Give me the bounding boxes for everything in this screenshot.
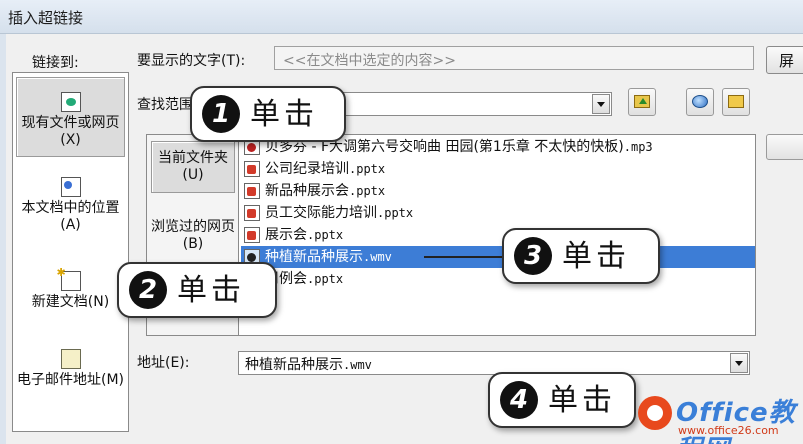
file-list: 贝多芬 - F大调第六号交响曲 田园(第1乐章 不太快的快板).mp3 公司纪录… (238, 134, 756, 336)
step-label: 单击 (250, 97, 318, 132)
callout-step-2: 2 单击 (117, 262, 277, 318)
file-ext: .pptx (349, 162, 386, 176)
file-name: 新品种展示会 (265, 183, 349, 199)
link-item-label: 电子邮件地址(M) (16, 372, 124, 388)
file-name: 公司纪录培训 (265, 161, 349, 177)
globe-icon (692, 95, 708, 108)
title-bar: 插入超链接 (0, 0, 803, 34)
office-logo-icon (638, 396, 672, 430)
link-item-label: 现有文件或网页(X) (21, 115, 120, 148)
step-label: 单击 (562, 239, 630, 274)
file-ext: .pptx (349, 184, 386, 198)
step-number: 1 (202, 95, 240, 133)
file-ext: .wmv (363, 250, 392, 264)
list-item[interactable]: 新品种展示会.pptx (241, 180, 385, 202)
file-name: 种植新品种展示 (265, 249, 363, 265)
file-name: 员工交际能力培训 (265, 205, 377, 221)
open-folder-icon (728, 95, 744, 108)
step-label: 单击 (548, 383, 616, 418)
chevron-down-icon[interactable] (730, 353, 748, 373)
browse-web-button[interactable] (686, 88, 714, 116)
link-place-in-document[interactable]: 本文档中的位置(A) (16, 177, 125, 237)
window-title: 插入超链接 (8, 9, 84, 27)
powerpoint-file-icon (244, 161, 260, 177)
address-label: 地址(E): (137, 355, 190, 371)
list-item[interactable]: 公司纪录培训.pptx (241, 158, 385, 180)
up-folder-icon (634, 95, 650, 108)
link-item-label: 本文档中的位置(A) (21, 200, 120, 233)
link-to-label: 链接到: (32, 55, 79, 71)
callout-step-1: 1 单击 (190, 86, 346, 142)
step-number: 3 (514, 237, 552, 275)
tab-browsed-pages[interactable]: 浏览过的网页(B) (151, 215, 235, 259)
list-item[interactable]: 员工交际能力培训.pptx (241, 202, 413, 224)
step-label: 单击 (177, 273, 245, 308)
up-folder-button[interactable] (628, 88, 656, 116)
link-new-document[interactable]: 新建文档(N) (16, 264, 125, 321)
look-in-label: 查找范围 (137, 97, 193, 113)
link-existing-file-or-web-page[interactable]: 现有文件或网页(X) (16, 77, 125, 157)
list-item[interactable]: 展示会.pptx (241, 224, 343, 246)
email-icon (60, 349, 81, 369)
browse-file-button[interactable] (722, 88, 750, 116)
address-field[interactable]: 种植新品种展示.wmv (238, 351, 750, 375)
link-item-label: 新建文档(N) (31, 294, 110, 310)
web-page-icon (60, 92, 81, 112)
powerpoint-file-icon (244, 183, 260, 199)
link-to-panel: 现有文件或网页(X) 本文档中的位置(A) 新建文档(N) 电子邮件地址(M) (12, 72, 129, 432)
file-ext: .pptx (307, 272, 344, 286)
address-value: 种植新品种展示 (245, 357, 343, 373)
step-number: 2 (129, 271, 167, 309)
bookmark-button[interactable] (766, 134, 803, 160)
powerpoint-file-icon (244, 205, 260, 221)
callout-leader-line (424, 256, 510, 258)
text-to-display-label: 要显示的文字(T): (137, 53, 246, 69)
file-ext: .pptx (377, 206, 414, 220)
file-ext: .pptx (307, 228, 344, 242)
step-number: 4 (500, 381, 538, 419)
powerpoint-file-icon (244, 227, 260, 243)
file-name: 展示会 (265, 227, 307, 243)
tab-current-folder[interactable]: 当前文件夹(U) (151, 141, 235, 193)
watermark: Office教程网 www.office26.com (638, 390, 803, 444)
watermark-url: www.office26.com (678, 424, 779, 437)
address-ext: .wmv (343, 358, 372, 372)
callout-step-3: 3 单击 (502, 228, 660, 284)
callout-step-4: 4 单击 (488, 372, 636, 428)
link-email-address[interactable]: 电子邮件地址(M) (16, 349, 125, 409)
chevron-down-icon[interactable] (592, 94, 610, 114)
file-ext: .mp3 (623, 140, 653, 154)
screen-tip-button[interactable]: 屏 (766, 46, 803, 74)
text-to-display-field[interactable]: <<在文档中选定的内容>> (274, 46, 754, 70)
new-document-icon (57, 264, 81, 291)
document-place-icon (60, 177, 81, 197)
